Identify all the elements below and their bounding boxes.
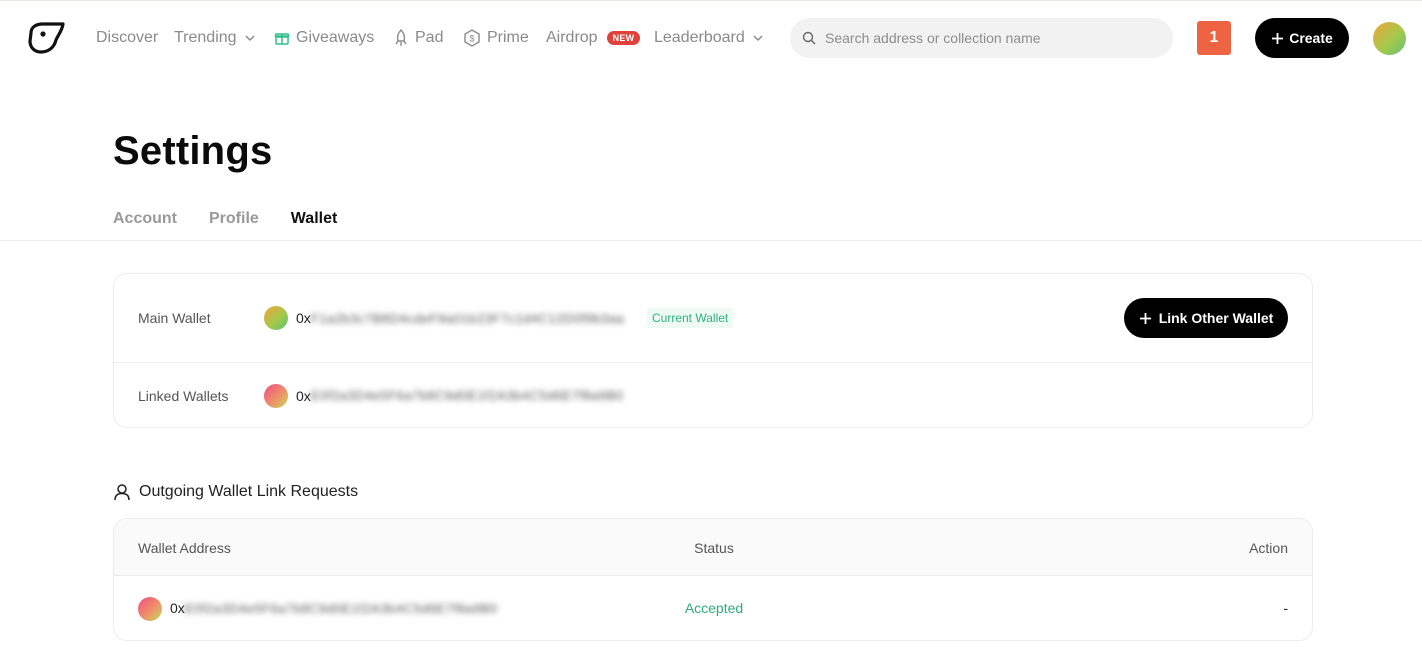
linked-wallets-row: Linked Wallets 0x E0f2a3D4e5F6a7b8C9d0E1f… [114, 363, 1312, 428]
wallet-card: Main Wallet 0x F1a2b3c7B8D4cdeF9a01b23F7c… [113, 273, 1313, 428]
svg-text:$: $ [469, 34, 474, 44]
user-icon [114, 484, 130, 501]
current-wallet-badge: Current Wallet [647, 308, 734, 328]
nav-giveaways-label: Giveaways [296, 29, 375, 46]
rocket-icon [395, 29, 407, 46]
main-wallet-row: Main Wallet 0x F1a2b3c7B8D4cdeF9a01b23F7c… [114, 274, 1312, 363]
logo-icon[interactable] [28, 21, 66, 55]
nav-pad[interactable]: Pad [393, 27, 443, 49]
nav-airdrop[interactable]: Airdrop NEW [546, 27, 641, 49]
nav-discover[interactable]: Discover [96, 27, 158, 49]
new-badge: NEW [606, 31, 641, 45]
plus-icon [1272, 32, 1284, 44]
link-other-wallet-label: Link Other Wallet [1158, 310, 1274, 326]
nav-giveaways[interactable]: Giveaways [274, 27, 374, 49]
nav-leaderboard[interactable]: Leaderboard [654, 27, 765, 49]
outgoing-requests-title: Outgoing Wallet Link Requests [139, 483, 359, 500]
tabs-divider [0, 240, 1422, 241]
request-status: Accepted [684, 600, 744, 616]
nav-trending[interactable]: Trending [174, 27, 257, 49]
address-prefix: 0x [296, 387, 311, 404]
address-blurred: E0f2a3D4e5F6a7b8C9d0E1f2A3b4C5d6E7f8a9B0 [310, 388, 624, 403]
linked-wallets-label: Linked Wallets [138, 387, 229, 404]
search-bar[interactable] [790, 18, 1173, 58]
chevron-down-icon [245, 35, 255, 42]
nav-airdrop-label: Airdrop [546, 29, 598, 46]
nav-pad-label: Pad [415, 29, 444, 46]
nav-prime[interactable]: $ Prime [463, 27, 529, 49]
outgoing-requests-table: Wallet Address Status Action 0x E0f2a3D4e… [113, 518, 1313, 641]
request-action: - [1283, 600, 1288, 616]
outgoing-requests-heading: Outgoing Wallet Link Requests [113, 483, 358, 501]
nav-discover-label: Discover [96, 29, 159, 46]
create-button-label: Create [1289, 30, 1333, 46]
create-button[interactable]: Create [1255, 18, 1349, 58]
table-row: 0x E0f2a3D4e5F6a7b8C9d0E1f2A3b4C5d6E7f8a9… [114, 576, 1312, 640]
settings-tabs: Account Profile Wallet [113, 210, 337, 228]
column-header-status: Status [694, 540, 734, 556]
plus-icon [1139, 312, 1151, 324]
nav-trending-label: Trending [174, 29, 237, 46]
link-other-wallet-button[interactable]: Link Other Wallet [1124, 298, 1288, 338]
top-navbar: Discover Trending Giveaways Pad $ Prime … [0, 1, 1422, 73]
tab-account[interactable]: Account [113, 210, 177, 228]
gift-icon [274, 33, 290, 45]
nav-prime-label: Prime [487, 29, 529, 46]
main-wallet-address: 0x F1a2b3c7B8D4cdeF9a01b23F7c1d4C12D0f9b3… [296, 310, 624, 326]
notification-badge[interactable]: 1 [1197, 21, 1231, 55]
address-prefix: 0x [296, 310, 311, 326]
table-header: Wallet Address Status Action [114, 519, 1312, 576]
page-title: Settings [113, 129, 273, 173]
address-blurred: F1a2b3c7B8D4cdeF9a01b23F7c1d4C12D0f9b3aa [310, 310, 625, 326]
prime-shield-icon: $ [464, 29, 480, 47]
tab-wallet[interactable]: Wallet [291, 210, 338, 228]
search-input[interactable] [825, 30, 1145, 46]
nav-leaderboard-label: Leaderboard [654, 29, 745, 46]
tab-profile[interactable]: Profile [209, 210, 259, 228]
user-avatar[interactable] [1373, 22, 1406, 55]
wallet-avatar [264, 306, 288, 330]
wallet-avatar [264, 383, 288, 408]
main-wallet-label: Main Wallet [138, 310, 211, 326]
chevron-down-icon [753, 35, 763, 42]
column-header-action: Action [1249, 540, 1288, 556]
search-icon [802, 31, 816, 45]
linked-wallet-address: 0x E0f2a3D4e5F6a7b8C9d0E1f2A3b4C5d6E7f8a9… [296, 388, 624, 404]
